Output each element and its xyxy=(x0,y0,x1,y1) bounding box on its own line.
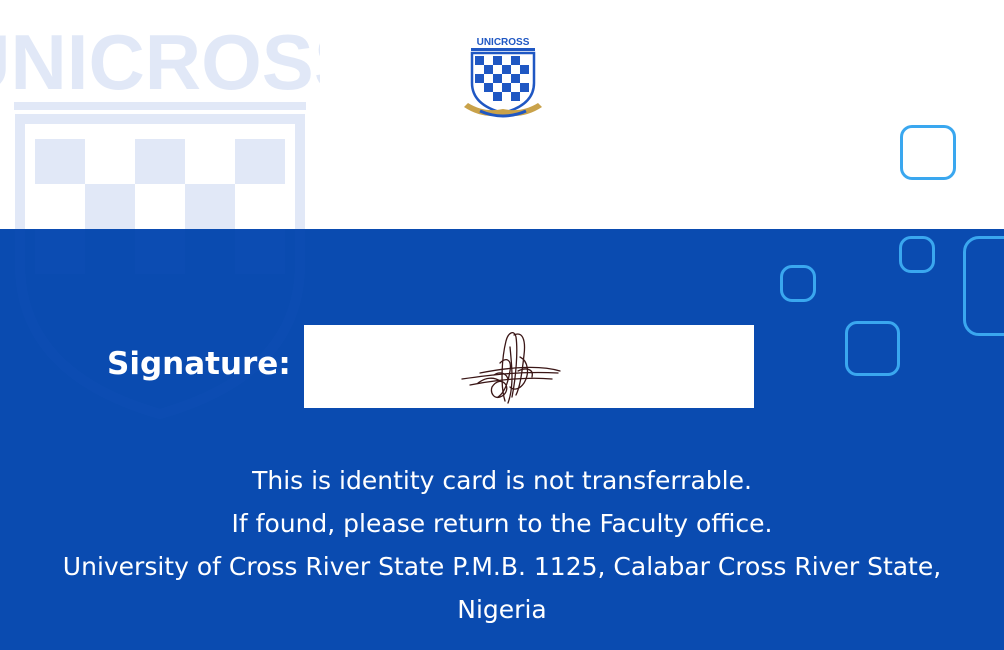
notice-line-3: University of Cross River State P.M.B. 1… xyxy=(62,552,942,624)
decorative-square xyxy=(899,236,935,273)
decorative-square xyxy=(845,321,900,376)
logo-text: UNICROSS xyxy=(477,37,530,48)
unicross-crest-logo: UNICROSS xyxy=(464,35,542,118)
signature-label: Signature: xyxy=(107,346,291,382)
notice-line-1: This is identity card is not transferrab… xyxy=(252,466,752,495)
watermark-text: UNICROSS xyxy=(0,18,320,106)
card-notice: This is identity card is not transferrab… xyxy=(60,459,944,631)
notice-line-2: If found, please return to the Faculty o… xyxy=(231,509,773,538)
signature-box xyxy=(304,325,754,408)
decorative-square xyxy=(900,125,956,180)
decorative-square xyxy=(963,236,1004,336)
id-card-back: UNICROSS UNICROSS xyxy=(0,0,1004,650)
signature-image xyxy=(461,332,561,404)
decorative-square xyxy=(780,265,816,302)
